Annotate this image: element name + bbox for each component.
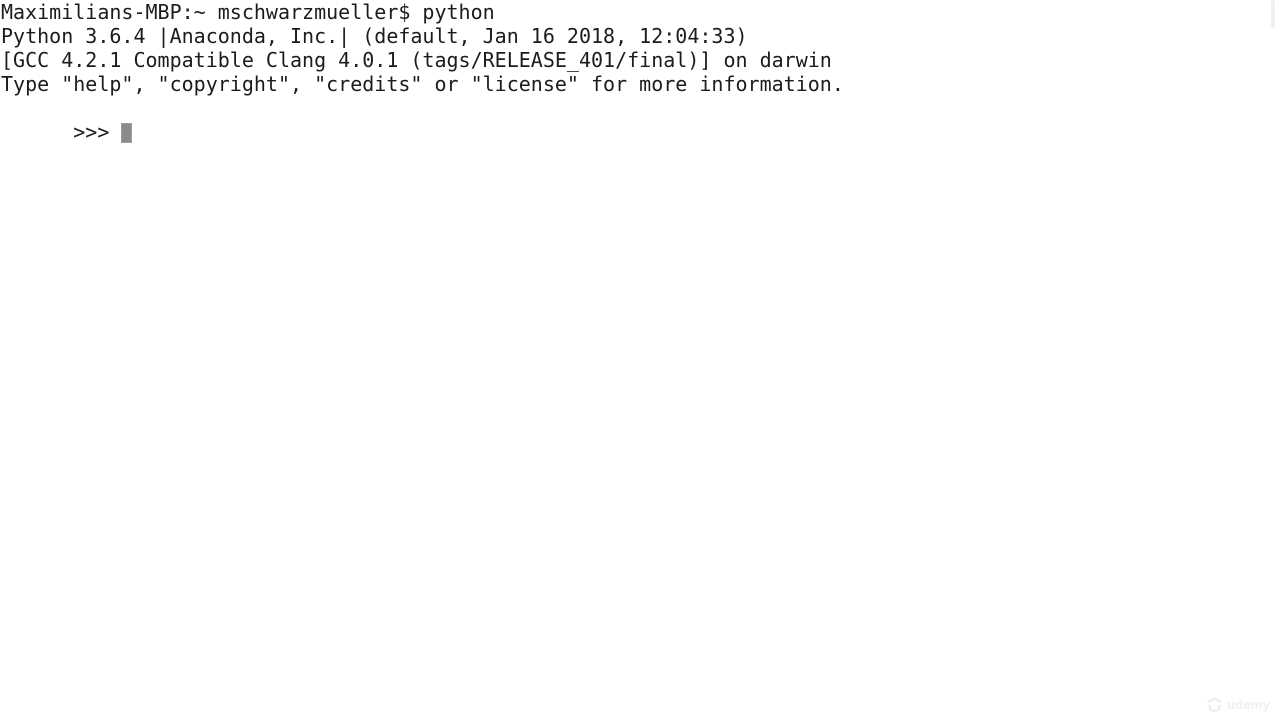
scrollbar-thumb[interactable] bbox=[1271, 0, 1275, 28]
block-cursor bbox=[121, 123, 133, 143]
terminal-output: Maximilians-MBP:~ mschwarzmueller$ pytho… bbox=[0, 0, 1280, 144]
udemy-watermark: udemy bbox=[1206, 697, 1270, 712]
terminal-line-python-version: Python 3.6.4 |Anaconda, Inc.| (default, … bbox=[1, 24, 748, 48]
terminal-line-shell-command: Maximilians-MBP:~ mschwarzmueller$ pytho… bbox=[1, 0, 495, 24]
python-prompt-symbol: >>> bbox=[73, 120, 122, 144]
udemy-logo-icon bbox=[1206, 697, 1223, 712]
udemy-watermark-text: udemy bbox=[1227, 697, 1270, 712]
terminal-line-compiler-info: [GCC 4.2.1 Compatible Clang 4.0.1 (tags/… bbox=[1, 48, 832, 72]
terminal-window[interactable]: Maximilians-MBP:~ mschwarzmueller$ pytho… bbox=[0, 0, 1280, 720]
vertical-scrollbar[interactable] bbox=[1269, 0, 1278, 720]
python-prompt-line[interactable]: >>> bbox=[0, 96, 1280, 144]
terminal-line-help-info: Type "help", "copyright", "credits" or "… bbox=[1, 72, 844, 96]
